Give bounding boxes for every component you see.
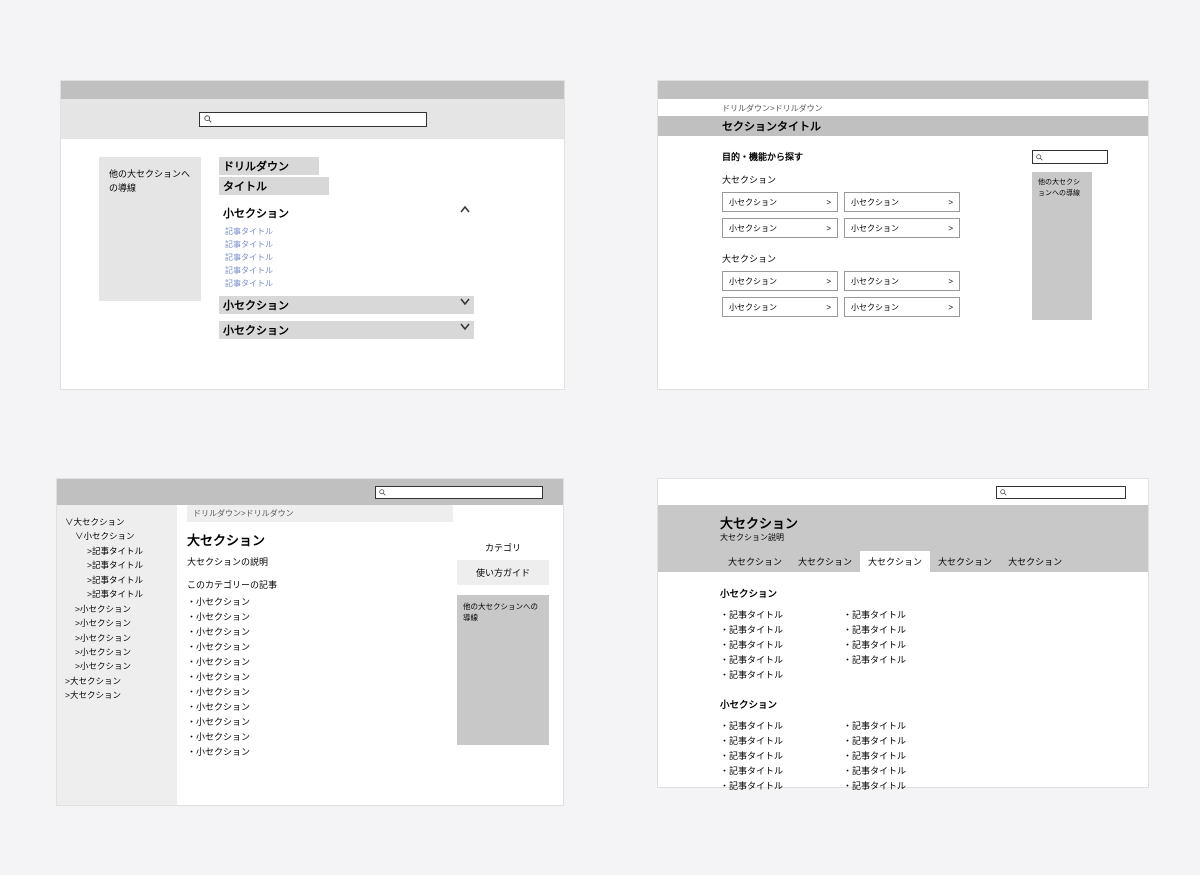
article-link[interactable]: ・記事タイトル (720, 749, 783, 762)
list-item[interactable]: ・小セクション (187, 745, 563, 758)
tab[interactable]: 大セクション (930, 551, 1000, 572)
subsection-heading: 小セクション (720, 586, 1086, 600)
search-input[interactable] (996, 486, 1126, 499)
subsection-card[interactable]: 小セクション> (844, 218, 960, 238)
page-description: 大セクション説明 (720, 532, 1086, 543)
section-title-bar: セクションタイトル (658, 116, 1148, 136)
page-title: 大セクション (720, 513, 1086, 532)
article-links: 記事タイトル 記事タイトル 記事タイトル 記事タイトル 記事タイトル (219, 222, 479, 289)
search-bar-area (61, 99, 564, 139)
article-link[interactable]: 記事タイトル (225, 278, 479, 289)
article-link[interactable]: ・記事タイトル (843, 779, 906, 792)
article-link[interactable]: ・記事タイトル (843, 734, 906, 747)
usage-guide-link[interactable]: 使い方ガイド (457, 560, 549, 585)
accordion-closed[interactable]: 小セクション (219, 321, 474, 339)
subsection-card[interactable]: 小セクション> (722, 297, 838, 317)
accordion-label: 小セクション (223, 322, 289, 338)
search-input[interactable] (1032, 150, 1108, 164)
article-link[interactable]: ・記事タイトル (843, 608, 906, 621)
category-label: カテゴリ (457, 541, 549, 554)
article-link[interactable]: ・記事タイトル (720, 653, 783, 666)
wireframe-1: 他の大セクションへの導線 ドリルダウン タイトル 小セクション 記事タイトル 記… (60, 80, 565, 390)
tab-bar: 大セクション 大セクション 大セクション 大セクション 大セクション (720, 551, 1086, 572)
subsection-card[interactable]: 小セクション> (722, 271, 838, 291)
tab[interactable]: 大セクション (720, 551, 790, 572)
article-link[interactable]: ・記事タイトル (843, 623, 906, 636)
main-content: ドリルダウン タイトル 小セクション 記事タイトル 記事タイトル 記事タイトル … (219, 157, 479, 339)
search-icon (379, 489, 386, 496)
nav-item[interactable]: >小セクション (65, 659, 169, 673)
article-link[interactable]: ・記事タイトル (720, 734, 783, 747)
search-input[interactable] (199, 112, 427, 127)
top-bar (658, 81, 1148, 99)
tab-active[interactable]: 大セクション (860, 551, 930, 572)
big-section-label: 大セクション (722, 252, 1002, 265)
search-icon (1000, 489, 1007, 496)
article-link[interactable]: ・記事タイトル (843, 638, 906, 651)
nav-item[interactable]: >大セクション (65, 688, 169, 702)
tab[interactable]: 大セクション (790, 551, 860, 572)
page-title: タイトル (219, 177, 329, 195)
subsection-heading: 小セクション (720, 697, 1086, 711)
nav-item[interactable]: >小セクション (65, 602, 169, 616)
nav-item[interactable]: >記事タイトル (65, 587, 169, 601)
article-link[interactable]: 記事タイトル (225, 252, 479, 263)
nav-item[interactable]: >大セクション (65, 674, 169, 688)
article-link[interactable]: 記事タイトル (225, 226, 479, 237)
breadcrumb: ドリルダウン>ドリルダウン (658, 99, 1148, 116)
top-bar (61, 81, 564, 99)
top-bar (658, 479, 1148, 505)
big-section-label: 大セクション (722, 173, 1002, 186)
wireframe-3: ∨大セクション ∨小セクション >記事タイトル >記事タイトル >記事タイトル … (56, 478, 564, 806)
article-link[interactable]: ・記事タイトル (843, 653, 906, 666)
subsection-card[interactable]: 小セクション> (844, 271, 960, 291)
subsection-card[interactable]: 小セクション> (844, 297, 960, 317)
accordion-label: 小セクション (223, 297, 289, 313)
nav-item[interactable]: ∨小セクション (65, 529, 169, 543)
subsection-card[interactable]: 小セクション> (722, 192, 838, 212)
breadcrumb-drill: ドリルダウン (219, 157, 319, 175)
nav-item[interactable]: >記事タイトル (65, 544, 169, 558)
article-link[interactable]: ・記事タイトル (720, 638, 783, 651)
nav-item[interactable]: >小セクション (65, 616, 169, 630)
side-nav: ∨大セクション ∨小セクション >記事タイトル >記事タイトル >記事タイトル … (57, 505, 177, 805)
chevron-down-icon (460, 297, 470, 307)
article-link[interactable]: ・記事タイトル (843, 719, 906, 732)
other-sections-panel[interactable]: 他の大セクションへの導線 (457, 595, 549, 745)
nav-item[interactable]: >記事タイトル (65, 573, 169, 587)
search-icon (1036, 154, 1043, 161)
accordion-closed[interactable]: 小セクション (219, 296, 474, 314)
nav-item[interactable]: >小セクション (65, 631, 169, 645)
breadcrumb: ドリルダウン>ドリルダウン (187, 505, 453, 522)
sidebar-other-sections[interactable]: 他の大セクションへの導線 (99, 157, 201, 301)
article-link[interactable]: ・記事タイトル (843, 764, 906, 777)
wireframe-2: ドリルダウン>ドリルダウン セクションタイトル 目的・機能から探す 大セクション… (657, 80, 1149, 390)
nav-item[interactable]: ∨大セクション (65, 515, 169, 529)
accordion-open[interactable]: 小セクション (219, 204, 474, 222)
search-by-purpose-label: 目的・機能から探す (722, 150, 1002, 163)
article-link[interactable]: ・記事タイトル (720, 623, 783, 636)
article-link[interactable]: ・記事タイトル (720, 764, 783, 777)
article-link[interactable]: ・記事タイトル (720, 668, 783, 681)
article-link[interactable]: 記事タイトル (225, 265, 479, 276)
hero-area: 大セクション 大セクション説明 大セクション 大セクション 大セクション 大セク… (658, 505, 1148, 572)
chevron-down-icon (460, 322, 470, 332)
accordion-label: 小セクション (223, 205, 289, 221)
sidebar-other-sections[interactable]: 他の大セクションへの導線 (1032, 172, 1092, 320)
article-link[interactable]: ・記事タイトル (720, 608, 783, 621)
tab[interactable]: 大セクション (1000, 551, 1070, 572)
article-link[interactable]: 記事タイトル (225, 239, 479, 250)
subsection-card[interactable]: 小セクション> (722, 218, 838, 238)
top-bar (57, 479, 563, 505)
article-link[interactable]: ・記事タイトル (720, 719, 783, 732)
article-link[interactable]: ・記事タイトル (843, 749, 906, 762)
nav-item[interactable]: >小セクション (65, 645, 169, 659)
wireframe-4: 大セクション 大セクション説明 大セクション 大セクション 大セクション 大セク… (657, 478, 1149, 788)
nav-item[interactable]: >記事タイトル (65, 558, 169, 572)
article-link[interactable]: ・記事タイトル (720, 779, 783, 792)
search-input[interactable] (375, 486, 543, 499)
search-icon (204, 115, 212, 123)
chevron-up-icon (460, 205, 470, 215)
subsection-card[interactable]: 小セクション> (844, 192, 960, 212)
